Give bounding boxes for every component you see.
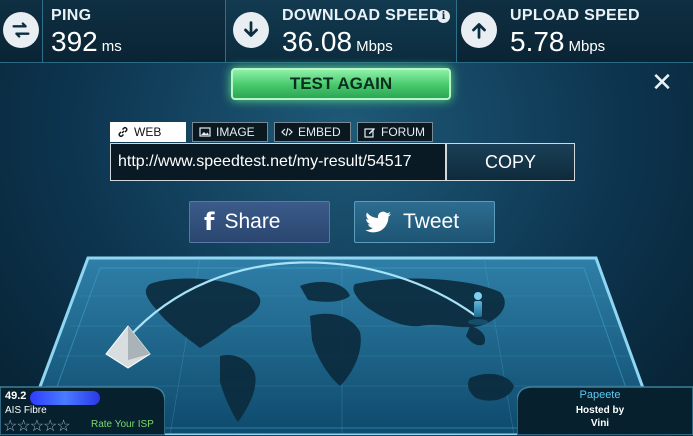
isp-ip: 49.2 bbox=[5, 390, 27, 402]
server-host: Vini bbox=[590, 418, 610, 429]
edit-icon bbox=[364, 128, 375, 138]
redaction-scribble bbox=[30, 391, 100, 405]
share-label: Share bbox=[224, 210, 281, 233]
image-icon bbox=[199, 127, 211, 137]
test-again-button[interactable]: TEST AGAIN bbox=[231, 68, 451, 100]
copy-button[interactable]: COPY bbox=[446, 143, 575, 181]
exchange-arrows-icon bbox=[3, 12, 39, 48]
arrow-down-icon bbox=[233, 12, 269, 48]
tab-web-label: WEB bbox=[134, 125, 162, 139]
download-unit: Mbps bbox=[356, 38, 393, 55]
twitter-bird-icon bbox=[365, 211, 391, 233]
tab-forum-label: FORUM bbox=[381, 125, 425, 139]
ping-unit: ms bbox=[101, 38, 122, 55]
server-city[interactable]: Papeete bbox=[545, 389, 655, 401]
ping-value: 392 ms bbox=[51, 26, 122, 58]
download-number: 36.08 bbox=[282, 26, 353, 57]
tab-web[interactable]: WEB bbox=[110, 122, 186, 142]
divider bbox=[42, 0, 43, 62]
ping-number: 392 bbox=[51, 26, 98, 57]
upload-unit: Mbps bbox=[568, 38, 606, 55]
tweet-label: Tweet bbox=[403, 210, 460, 233]
upload-value: 5.78 Mbps bbox=[510, 26, 605, 58]
close-icon[interactable]: ✕ bbox=[650, 69, 674, 95]
facebook-icon: f bbox=[204, 208, 215, 236]
upload-stat: UPLOAD SPEED 5.78 Mbps bbox=[457, 0, 693, 62]
arrow-up-icon bbox=[461, 12, 497, 48]
upload-number: 5.78 bbox=[510, 26, 565, 57]
twitter-tweet-button[interactable]: Tweet bbox=[354, 201, 495, 243]
result-url-field[interactable]: http://www.speedtest.net/my-result/54517 bbox=[110, 143, 446, 181]
isp-name: AIS Fibre bbox=[5, 405, 47, 416]
tab-image[interactable]: IMAGE bbox=[192, 122, 268, 142]
upload-label: UPLOAD SPEED bbox=[510, 7, 640, 24]
tab-embed[interactable]: EMBED bbox=[274, 122, 351, 142]
rating-stars[interactable]: ☆☆☆☆☆ bbox=[3, 416, 71, 436]
tab-forum[interactable]: FORUM bbox=[357, 122, 433, 142]
tab-embed-label: EMBED bbox=[298, 125, 341, 139]
ping-label: PING bbox=[51, 7, 92, 24]
ping-stat: PING 392 ms bbox=[0, 0, 225, 62]
link-icon bbox=[118, 127, 128, 137]
facebook-share-button[interactable]: f Share bbox=[189, 201, 330, 243]
tab-image-label: IMAGE bbox=[216, 125, 255, 139]
download-stat: DOWNLOAD SPEED i 36.08 Mbps bbox=[226, 0, 456, 62]
hosted-by-label: Hosted by bbox=[575, 405, 625, 416]
info-icon[interactable]: i bbox=[437, 10, 450, 23]
rate-isp-link[interactable]: Rate Your ISP bbox=[91, 419, 154, 430]
code-icon bbox=[281, 127, 293, 137]
download-label: DOWNLOAD SPEED bbox=[282, 7, 441, 24]
stats-bar: PING 392 ms DOWNLOAD SPEED i 36.08 Mbps UP… bbox=[0, 0, 693, 63]
download-value: 36.08 Mbps bbox=[282, 26, 393, 58]
